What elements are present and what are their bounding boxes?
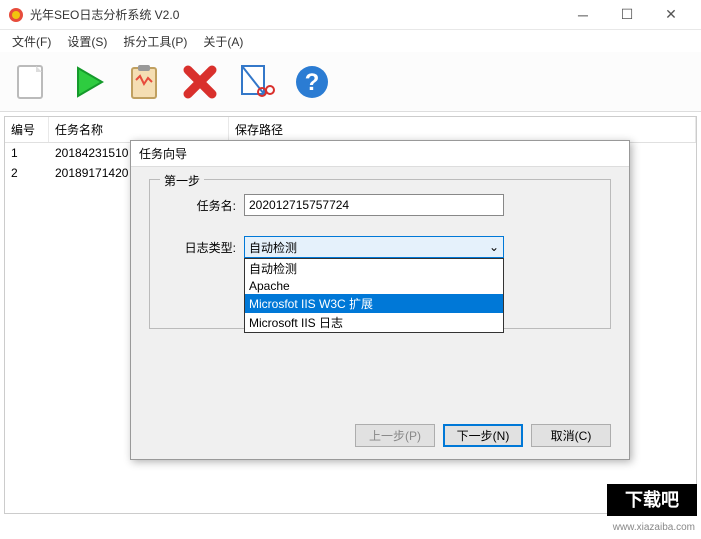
watermark: www.xiazaiba.com	[613, 522, 695, 533]
titlebar: 光年SEO日志分析系统 V2.0 ─ ☐ ✕	[0, 0, 701, 30]
combo-option[interactable]: Apache	[245, 278, 503, 294]
combo-option[interactable]: Microsoft IIS 日志	[245, 313, 503, 332]
prev-button: 上一步(P)	[355, 424, 435, 447]
menu-about[interactable]: 关于(A)	[195, 31, 251, 52]
dialog-title: 任务向导	[131, 141, 629, 167]
svg-text:?: ?	[305, 69, 320, 96]
combo-option[interactable]: Microsfot IIS W3C 扩展	[245, 294, 503, 313]
minimize-button[interactable]: ─	[561, 1, 605, 29]
task-name-input[interactable]	[244, 194, 504, 216]
toolbar: ?	[0, 52, 701, 112]
close-button[interactable]: ✕	[649, 1, 693, 29]
new-task-button[interactable]	[8, 58, 56, 106]
menu-file[interactable]: 文件(F)	[4, 31, 59, 52]
maximize-button[interactable]: ☐	[605, 1, 649, 29]
site-logo: 下载吧	[607, 484, 697, 521]
col-id[interactable]: 编号	[5, 117, 49, 142]
menubar: 文件(F) 设置(S) 拆分工具(P) 关于(A)	[0, 30, 701, 52]
next-button[interactable]: 下一步(N)	[443, 424, 523, 447]
combo-option[interactable]: 自动检测	[245, 259, 503, 278]
menu-tools[interactable]: 拆分工具(P)	[115, 31, 195, 52]
delete-button[interactable]	[176, 58, 224, 106]
window-title: 光年SEO日志分析系统 V2.0	[30, 6, 561, 23]
svg-text:下载吧: 下载吧	[625, 489, 679, 510]
clipboard-button[interactable]	[120, 58, 168, 106]
task-name-label: 任务名:	[166, 197, 236, 214]
menu-settings[interactable]: 设置(S)	[59, 31, 115, 52]
col-path[interactable]: 保存路径	[229, 117, 696, 142]
task-wizard-dialog: 任务向导 第一步 任务名: 日志类型: 自动检测 ⌄ 自动检测 Apache	[130, 140, 630, 460]
app-icon	[8, 7, 24, 23]
help-button[interactable]: ?	[288, 58, 336, 106]
log-type-dropdown: 自动检测 Apache Microsfot IIS W3C 扩展 Microso…	[244, 258, 504, 333]
col-name[interactable]: 任务名称	[49, 117, 229, 142]
step-fieldset: 第一步 任务名: 日志类型: 自动检测 ⌄ 自动检测 Apache Micros…	[149, 179, 611, 329]
cancel-button[interactable]: 取消(C)	[531, 424, 611, 447]
cut-button[interactable]	[232, 58, 280, 106]
log-type-label: 日志类型:	[166, 239, 236, 256]
chevron-down-icon: ⌄	[489, 240, 499, 254]
step-legend: 第一步	[160, 172, 204, 189]
log-type-combo[interactable]: 自动检测 ⌄	[244, 236, 504, 258]
run-button[interactable]	[64, 58, 112, 106]
